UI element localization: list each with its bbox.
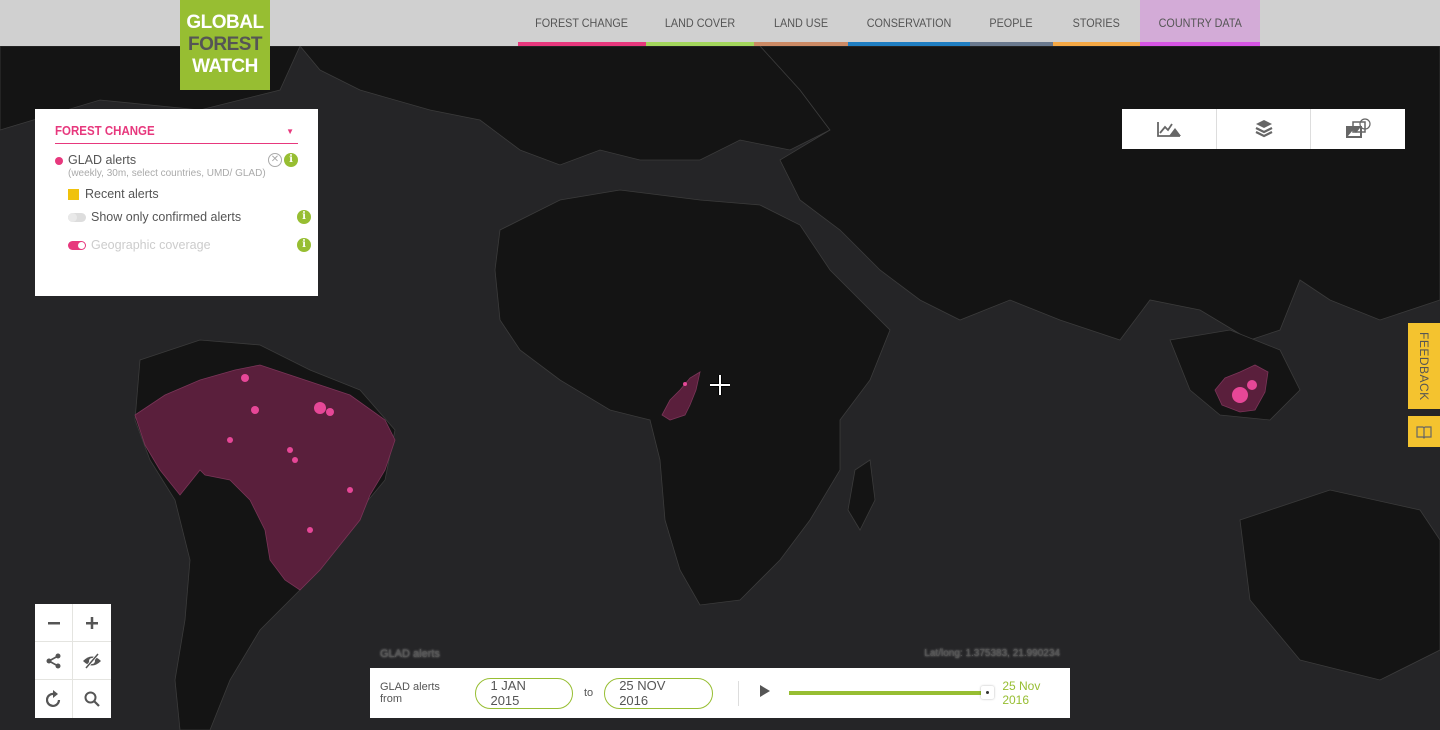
legend-label: Recent alerts bbox=[85, 187, 159, 201]
alert-hotspot bbox=[251, 406, 259, 414]
alert-hotspot bbox=[314, 402, 326, 414]
alert-hotspot bbox=[1232, 387, 1248, 403]
timeline-from-label: GLAD alerts from bbox=[380, 681, 440, 705]
feedback-tab[interactable]: FEEDBACK bbox=[1408, 323, 1440, 409]
nav-land-cover[interactable]: LAND COVER bbox=[646, 0, 754, 46]
alert-hotspot bbox=[241, 374, 249, 382]
nav-people[interactable]: PEOPLE bbox=[970, 0, 1053, 46]
minus-icon bbox=[47, 621, 60, 624]
nav-land-use[interactable]: LAND USE bbox=[754, 0, 848, 46]
nav-label: CONSERVATION bbox=[866, 16, 952, 30]
nav-label: LAND COVER bbox=[664, 16, 736, 30]
nav-stories[interactable]: STORIES bbox=[1053, 0, 1140, 46]
geographic-coverage-option: Geographic coverage i bbox=[68, 234, 311, 256]
alert-hotspot bbox=[287, 447, 293, 453]
geographic-coverage-toggle[interactable] bbox=[68, 240, 86, 250]
timeline-divider bbox=[737, 680, 739, 706]
map-controls bbox=[35, 604, 111, 718]
share-icon bbox=[46, 653, 60, 668]
alert-hotspot bbox=[1247, 380, 1257, 390]
crosshair-cursor-icon bbox=[710, 375, 730, 395]
info-icon[interactable]: i bbox=[297, 238, 311, 252]
refresh-icon bbox=[45, 690, 60, 707]
active-layer-label: GLAD alerts bbox=[380, 648, 440, 660]
info-icon[interactable]: i bbox=[284, 153, 298, 167]
nav-label: LAND USE bbox=[773, 16, 829, 30]
hide-ui-button[interactable] bbox=[73, 642, 111, 680]
current-date: 25 Nov 2016 bbox=[1002, 679, 1041, 707]
alert-hotspot bbox=[683, 382, 687, 386]
feedback-label: FEEDBACK bbox=[1417, 331, 1431, 401]
play-button[interactable] bbox=[759, 684, 771, 703]
layer-description: (weekly, 30m, select countries, UMD/ GLA… bbox=[68, 168, 266, 179]
layer-name[interactable]: GLAD alerts bbox=[68, 153, 298, 167]
logo-line-2: FOREST bbox=[187, 34, 263, 55]
chevron-down-icon: ▼ bbox=[286, 126, 294, 136]
book-icon bbox=[1416, 425, 1432, 439]
guide-button[interactable] bbox=[1408, 416, 1440, 447]
remove-layer-icon[interactable]: ✕ bbox=[268, 153, 282, 167]
alert-hotspot bbox=[307, 527, 313, 533]
nav-label: FOREST CHANGE bbox=[535, 16, 629, 30]
end-date-picker[interactable]: 25 NOV 2016 bbox=[604, 677, 713, 709]
reset-button[interactable] bbox=[35, 680, 73, 718]
panel-title: FOREST CHANGE bbox=[55, 124, 155, 138]
option-label: Geographic coverage bbox=[91, 238, 211, 252]
nav-country-data[interactable]: COUNTRY DATA bbox=[1140, 0, 1260, 46]
legend-swatch bbox=[68, 188, 79, 200]
latlng-readout: Lat/long: 1.375383, 21.990234 bbox=[924, 648, 1060, 659]
basemaps-icon bbox=[1346, 118, 1371, 138]
main-nav: FOREST CHANGE LAND COVER LAND USE CONSER… bbox=[518, 0, 1260, 46]
nav-label: PEOPLE bbox=[989, 16, 1034, 30]
share-button[interactable] bbox=[35, 642, 73, 680]
timeline-progress bbox=[788, 691, 988, 695]
start-date: 1 JAN 2015 bbox=[490, 678, 526, 708]
search-button[interactable] bbox=[73, 680, 111, 718]
nav-forest-change[interactable]: FOREST CHANGE bbox=[518, 0, 646, 46]
basemaps-button[interactable] bbox=[1311, 109, 1405, 149]
nav-label: STORIES bbox=[1072, 16, 1121, 30]
eye-off-icon bbox=[83, 652, 101, 669]
alert-hotspot bbox=[347, 487, 353, 493]
end-date: 25 NOV 2016 bbox=[619, 678, 666, 708]
option-label: Show only confirmed alerts bbox=[91, 210, 242, 224]
plus-icon bbox=[86, 616, 98, 629]
info-icon[interactable]: i bbox=[297, 210, 311, 224]
start-date-picker[interactable]: 1 JAN 2015 bbox=[475, 677, 573, 709]
layer-panel: FOREST CHANGE ▼ GLAD alerts ✕ i (weekly,… bbox=[35, 109, 318, 296]
legend-item: Recent alerts bbox=[68, 183, 298, 205]
timeline-to-label: to bbox=[584, 687, 594, 699]
layers-button[interactable] bbox=[1217, 109, 1312, 149]
zoom-out-button[interactable] bbox=[35, 604, 73, 642]
alert-hotspot bbox=[326, 408, 334, 416]
nav-label: COUNTRY DATA bbox=[1158, 16, 1242, 30]
gfw-logo[interactable]: GLOBAL FOREST WATCH bbox=[180, 0, 270, 90]
zoom-in-button[interactable] bbox=[73, 604, 111, 642]
search-icon bbox=[84, 691, 100, 707]
timeline-handle[interactable] bbox=[981, 686, 995, 699]
layer-color-dot bbox=[55, 157, 63, 165]
panel-category-dropdown[interactable]: FOREST CHANGE ▼ bbox=[55, 124, 298, 144]
play-icon bbox=[759, 684, 770, 697]
map-tools bbox=[1122, 109, 1405, 149]
confirmed-alerts-toggle[interactable] bbox=[68, 212, 86, 222]
analysis-button[interactable] bbox=[1122, 109, 1217, 149]
timeline-slider[interactable] bbox=[788, 686, 995, 699]
timeline: GLAD alerts from 1 JAN 2015 to 25 NOV 20… bbox=[370, 668, 1070, 718]
layer-glad-alerts: GLAD alerts ✕ i (weekly, 30m, select cou… bbox=[55, 153, 298, 179]
confirmed-alerts-option: Show only confirmed alerts i bbox=[68, 206, 311, 228]
logo-line-1: GLOBAL bbox=[186, 12, 264, 33]
nav-conservation[interactable]: CONSERVATION bbox=[848, 0, 970, 46]
alert-hotspot bbox=[292, 457, 298, 463]
layers-icon bbox=[1255, 120, 1272, 138]
analysis-icon bbox=[1156, 122, 1181, 137]
logo-line-3: WATCH bbox=[192, 56, 258, 77]
alert-hotspot bbox=[227, 437, 233, 443]
